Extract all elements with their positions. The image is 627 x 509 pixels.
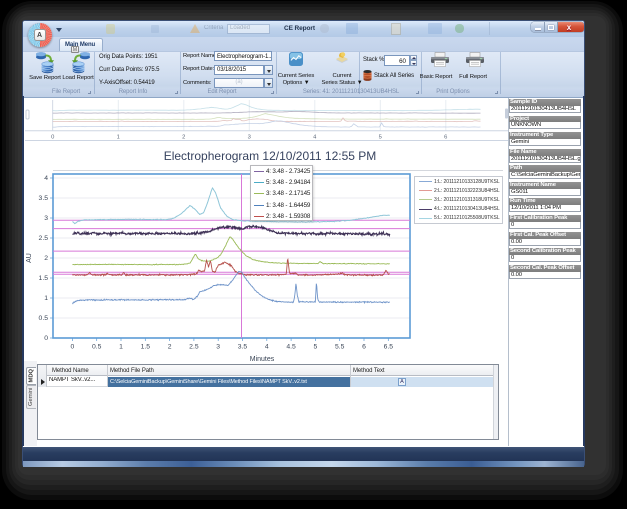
svg-text:2.5: 2.5 [189,344,199,351]
svg-text:1: 1 [119,344,123,351]
svg-text:1.5: 1.5 [141,344,151,351]
svg-text:0: 0 [71,344,75,351]
svg-text:2.5: 2.5 [39,235,49,242]
svg-text:Minutes: Minutes [250,356,275,363]
svg-text:1: 1 [44,295,48,302]
svg-text:2: 2 [168,344,172,351]
svg-text:5: 5 [314,344,318,351]
svg-text:6: 6 [362,344,366,351]
svg-text:0.5: 0.5 [39,315,49,322]
svg-text:0: 0 [44,335,48,342]
svg-text:3: 3 [44,215,48,222]
svg-text:4: 4 [44,175,48,182]
svg-text:3.5: 3.5 [39,195,49,202]
svg-text:1.5: 1.5 [39,275,49,282]
svg-text:0.5: 0.5 [92,344,102,351]
svg-text:6.5: 6.5 [384,344,394,351]
svg-text:2: 2 [44,255,48,262]
svg-text:4: 4 [265,344,269,351]
svg-text:AU: AU [26,253,33,263]
svg-text:3.5: 3.5 [238,344,248,351]
svg-text:4.5: 4.5 [286,344,296,351]
svg-text:3: 3 [216,344,220,351]
svg-text:5.5: 5.5 [335,344,345,351]
